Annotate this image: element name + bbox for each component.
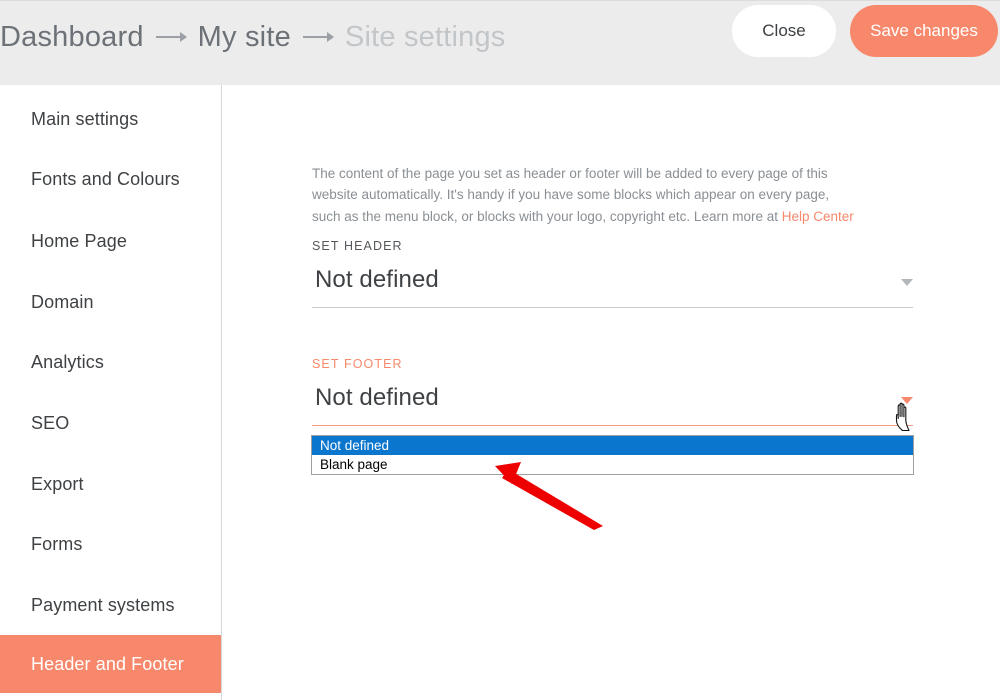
set-footer-dropdown-list[interactable]: Not defined Blank page — [311, 435, 914, 475]
sidebar-item-forms[interactable]: Forms — [0, 515, 221, 573]
set-header-field: SET HEADER Not defined — [312, 239, 913, 308]
arrow-right-icon — [291, 27, 345, 47]
sidebar-item-domain[interactable]: Domain — [0, 273, 221, 331]
sidebar-item-label: Export — [31, 473, 84, 494]
set-footer-label: SET FOOTER — [312, 357, 403, 371]
save-changes-button[interactable]: Save changes — [850, 5, 998, 57]
settings-content: The content of the page you set as heade… — [223, 85, 1000, 700]
set-header-label: SET HEADER — [312, 239, 403, 253]
set-footer-field: SET FOOTER Not defined — [312, 357, 913, 426]
sidebar-item-label: Payment systems — [31, 594, 175, 615]
sidebar-item-seo[interactable]: SEO — [0, 394, 221, 452]
site-settings-page: Dashboard My site Site settings Close Sa… — [0, 0, 1000, 700]
field-underline — [312, 424, 913, 426]
set-header-select[interactable]: Not defined — [312, 266, 913, 308]
breadcrumb-item-dashboard[interactable]: Dashboard — [0, 21, 144, 54]
sidebar-item-label: Forms — [31, 533, 83, 554]
top-bar: Dashboard My site Site settings Close Sa… — [0, 0, 1000, 85]
dropdown-option-blank-page[interactable]: Blank page — [312, 455, 913, 474]
sidebar-item-label: SEO — [31, 412, 70, 433]
sidebar-item-payment-systems[interactable]: Payment systems — [0, 576, 221, 634]
breadcrumb-item-my-site[interactable]: My site — [198, 21, 291, 54]
sidebar-item-label: Fonts and Colours — [31, 168, 180, 189]
intro-text: The content of the page you set as heade… — [312, 165, 830, 224]
settings-sidebar: Main settings Fonts and Colours Home Pag… — [0, 85, 222, 700]
sidebar-item-label: Main settings — [31, 108, 139, 129]
help-center-link[interactable]: Help Center — [782, 209, 854, 224]
sidebar-item-analytics[interactable]: Analytics — [0, 333, 221, 391]
set-footer-value: Not defined — [315, 384, 439, 411]
field-underline — [312, 307, 913, 308]
breadcrumb-item-site-settings: Site settings — [344, 20, 506, 53]
set-footer-select[interactable]: Not defined — [312, 384, 913, 426]
sidebar-item-label: Domain — [31, 291, 94, 312]
sidebar-item-label: Home Page — [31, 230, 127, 251]
sidebar-item-label: Header and Footer — [31, 653, 184, 674]
sidebar-item-header-and-footer[interactable]: Header and Footer — [0, 635, 221, 693]
sidebar-item-label: Analytics — [31, 351, 104, 372]
breadcrumb: Dashboard My site Site settings — [0, 7, 506, 67]
sidebar-item-main-settings[interactable]: Main settings — [0, 90, 221, 148]
arrow-right-icon — [144, 27, 198, 47]
sidebar-item-export[interactable]: Export — [0, 455, 221, 513]
close-button[interactable]: Close — [732, 5, 836, 57]
sidebar-item-fonts-and-colours[interactable]: Fonts and Colours — [0, 150, 221, 208]
dropdown-option-not-defined[interactable]: Not defined — [312, 436, 913, 455]
set-header-value: Not defined — [315, 266, 439, 293]
intro-paragraph: The content of the page you set as heade… — [312, 163, 857, 228]
chevron-down-icon[interactable] — [901, 279, 913, 286]
chevron-down-icon[interactable] — [901, 397, 913, 404]
sidebar-item-home-page[interactable]: Home Page — [0, 212, 221, 270]
